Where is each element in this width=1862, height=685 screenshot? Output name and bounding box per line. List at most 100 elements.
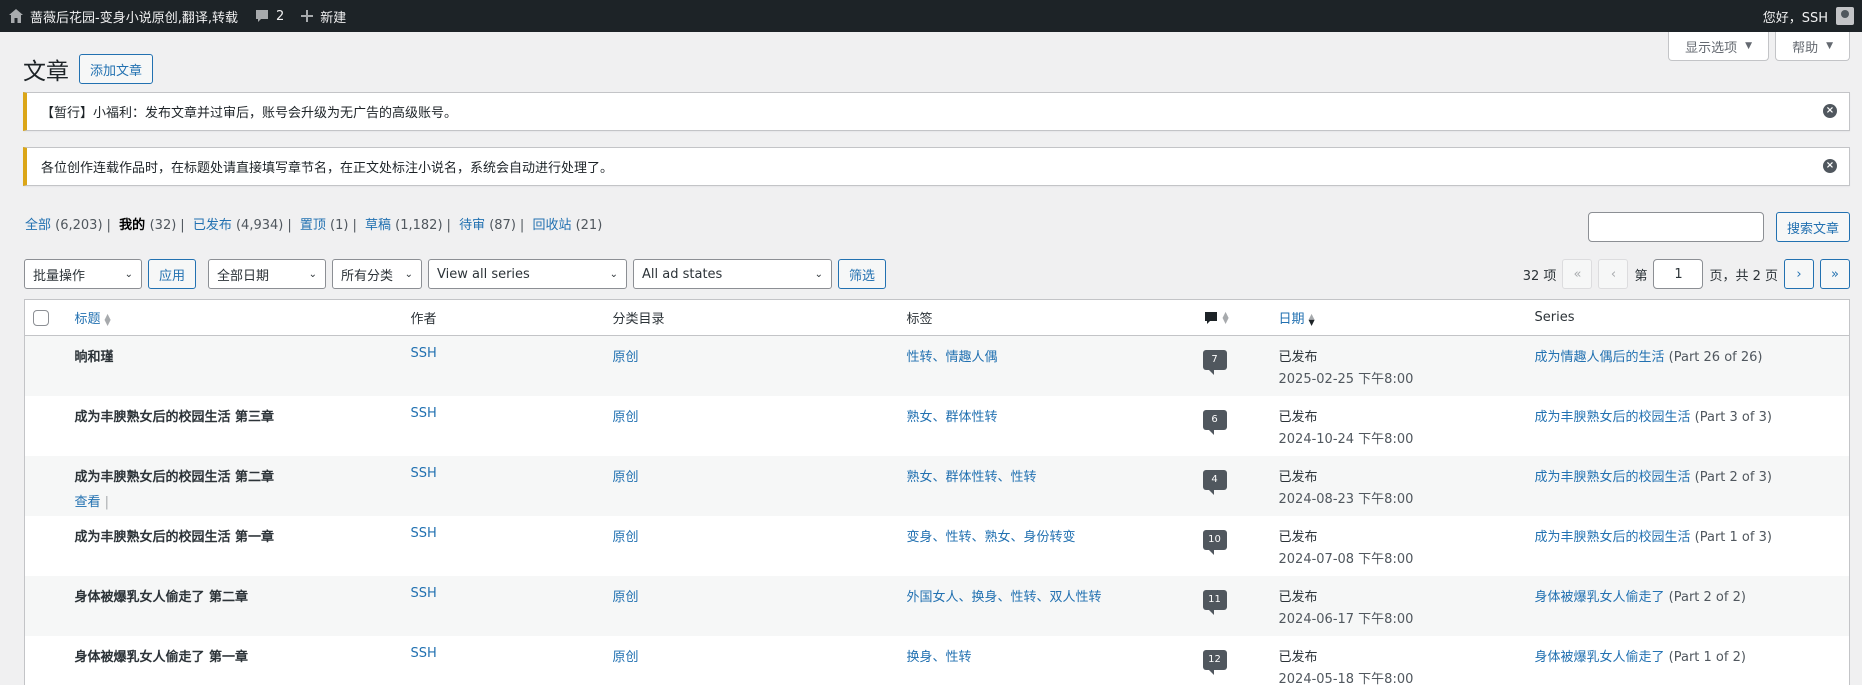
screen-options-label: 显示选项 [1685,40,1738,56]
my-account[interactable]: 您好，SSH [1755,0,1862,32]
caret-down-icon: ▼ [1826,41,1833,51]
table-row[interactable]: 身体被爆乳女人偷走了 第一章 SSH 原创 换身、性转 12 已发布 2024-05-18 … [25,636,1850,685]
post-title-link[interactable]: 身体被爆乳女人偷走了 第一章 [75,646,395,665]
comments-cell: 10 [1195,516,1271,576]
series-link[interactable]: 成为丰腴熟女后的校园生活 [1535,410,1691,425]
view-draft[interactable]: 草稿 (1,182) [365,218,443,233]
post-date: 2025-02-25 下午8:00 [1278,372,1414,387]
apply-button[interactable]: 应用 [148,259,197,289]
help-button[interactable]: 帮助 ▼ [1775,32,1850,61]
column-title[interactable]: 标题 ▲ ▼ [66,299,403,336]
post-status: 已发布 [1278,649,1318,665]
date-filter-select[interactable]: 全部日期 ⌄ [208,259,327,289]
new-content-link[interactable]: 新建 [292,0,354,32]
author-link[interactable]: SSH [411,466,437,481]
category-link[interactable]: 原创 [613,410,639,425]
chevron-down-icon: ⌄ [609,268,619,280]
date-cell: 已发布 2024-07-08 下午8:00 [1271,516,1527,576]
post-status: 已发布 [1278,409,1318,425]
series-cell: 成为丰腴熟女后的校园生活 (Part 3 of 3) [1527,396,1850,456]
current-page-input[interactable]: 1 [1653,259,1704,289]
comment-count-bubble[interactable]: 11 [1202,589,1227,615]
category-cell: 原创 [604,455,899,516]
category-filter-select[interactable]: 所有分类 ⌄ [332,259,423,289]
column-series: Series [1526,299,1850,336]
comment-count-bubble[interactable]: 6 [1202,409,1227,435]
notice-text: 【暂行】小福利：发布文章并过审后，账号会升级为无广告的高级账号。 [41,106,458,121]
comment-count-bubble[interactable]: 7 [1202,350,1227,375]
post-title-link[interactable]: 成为丰腴熟女后的校园生活 第三章 [75,406,395,425]
tags-links[interactable]: 熟女、群体性转、性转 [907,470,1037,485]
column-author: 作者 [402,299,605,336]
chevron-down-icon: ⌄ [814,268,824,280]
tags-links[interactable]: 外国女人、换身、性转、双人性转 [907,590,1102,605]
tags-links[interactable]: 变身、性转、熟女、身份转变 [907,530,1076,545]
site-link[interactable]: 蔷薇后花园-变身小说原创,翻译,转载 [0,0,246,32]
post-title-link[interactable]: 成为丰腴熟女后的校园生活 第二章 [75,466,395,485]
post-title-link[interactable]: 身体被爆乳女人偷走了 第二章 [75,586,395,605]
view-all[interactable]: 全部 (6,203) [25,218,103,233]
category-cell: 原创 [605,636,899,685]
comments-count: 2 [275,8,285,24]
view-mine[interactable]: 我的 (32) [119,218,176,233]
author-link[interactable]: SSH [411,346,437,361]
add-new-post-button[interactable]: 添加文章 [79,54,154,84]
category-link[interactable]: 原创 [613,530,639,545]
view-published[interactable]: 已发布 (4,934) [193,218,284,233]
comment-count-bubble[interactable]: 4 [1202,469,1227,495]
comments-link[interactable]: 2 [246,0,292,32]
table-row[interactable]: 成为丰腴熟女后的校园生活 第二章 查看 | SSH 原创 熟女、群体性转、性转 4 已发布 2… [24,455,1850,516]
view-link[interactable]: 查看 [75,495,101,510]
page-prefix: 第 [1634,268,1648,284]
post-title-link[interactable]: 成为丰腴熟女后的校园生活 第一章 [75,526,395,545]
screen-meta-links: 显示选项 ▼ 帮助 ▼ [1668,32,1850,61]
search-posts-button[interactable]: 搜索文章 [1775,212,1850,242]
last-page-button[interactable]: » [1820,259,1850,289]
author-link[interactable]: SSH [411,406,437,421]
dismiss-icon[interactable]: × [1823,159,1837,173]
category-link[interactable]: 原创 [613,590,639,605]
series-part: (Part 26 of 26) [1668,350,1763,365]
ad-state-filter-select[interactable]: All ad states ⌄ [633,259,833,289]
author-link[interactable]: SSH [411,586,437,601]
select-all-checkbox[interactable] [33,309,49,326]
series-link[interactable]: 成为丰腴熟女后的校园生活 [1535,530,1691,545]
dismiss-icon[interactable]: × [1823,104,1837,118]
comment-icon [1204,311,1217,324]
comment-count-bubble[interactable]: 10 [1202,529,1227,555]
series-link[interactable]: 身体被爆乳女人偷走了 [1535,650,1665,665]
chevron-down-icon: ⌄ [124,268,133,280]
table-row[interactable]: 成为丰腴熟女后的校园生活 第三章 SSH 原创 熟女、群体性转 6 已发布 2024-10-… [25,396,1850,456]
filter-button[interactable]: 筛选 [838,259,887,289]
column-date[interactable]: 日期 ▲ ▼ [1270,299,1527,336]
series-link[interactable]: 成为情趣人偶后的生活 [1535,350,1665,365]
tags-links[interactable]: 性转、情趣人偶 [907,350,998,365]
view-pending[interactable]: 待审 (87) [459,218,516,233]
tags-links[interactable]: 熟女、群体性转 [907,410,998,425]
author-cell: SSH [402,455,605,516]
bulk-action-select[interactable]: 批量操作 ⌄ [24,259,142,289]
view-trash[interactable]: 回收站 (21) [532,218,602,233]
table-row[interactable]: 晌和瑾 SSH 原创 性转、情趣人偶 7 已发布 2025-02-25 下午8:00 成为情趣… [24,335,1850,396]
category-link[interactable]: 原创 [613,650,639,665]
category-link[interactable]: 原创 [613,350,639,365]
row-checkbox-cell [25,636,67,685]
post-title-link[interactable]: 晌和瑾 [75,346,395,365]
tags-links[interactable]: 换身、性转 [907,650,972,665]
table-row[interactable]: 成为丰腴熟女后的校园生活 第一章 SSH 原创 变身、性转、熟女、身份转变 10 已发布 2… [25,516,1850,576]
author-link[interactable]: SSH [411,526,437,541]
notice-text: 各位创作连载作品时，在标题处请直接填写章节名，在正文处标注小说名，系统会自动进行… [41,161,614,176]
series-filter-select[interactable]: View all series ⌄ [428,259,628,289]
next-page-button[interactable]: › [1784,259,1814,289]
view-sticky[interactable]: 置顶 (1) [300,218,349,233]
title-cell: 成为丰腴熟女后的校园生活 第一章 [67,516,403,576]
series-link[interactable]: 成为丰腴熟女后的校园生活 [1535,470,1691,485]
search-input[interactable] [1587,212,1764,242]
series-link[interactable]: 身体被爆乳女人偷走了 [1535,590,1665,605]
comment-count-bubble[interactable]: 12 [1202,649,1227,675]
category-link[interactable]: 原创 [613,470,639,485]
column-comments[interactable]: ▲ ▼ [1194,299,1271,336]
author-link[interactable]: SSH [411,646,437,661]
screen-options-button[interactable]: 显示选项 ▼ [1668,32,1770,61]
table-row[interactable]: 身体被爆乳女人偷走了 第二章 SSH 原创 外国女人、换身、性转、双人性转 11 已发布 2… [24,575,1850,636]
